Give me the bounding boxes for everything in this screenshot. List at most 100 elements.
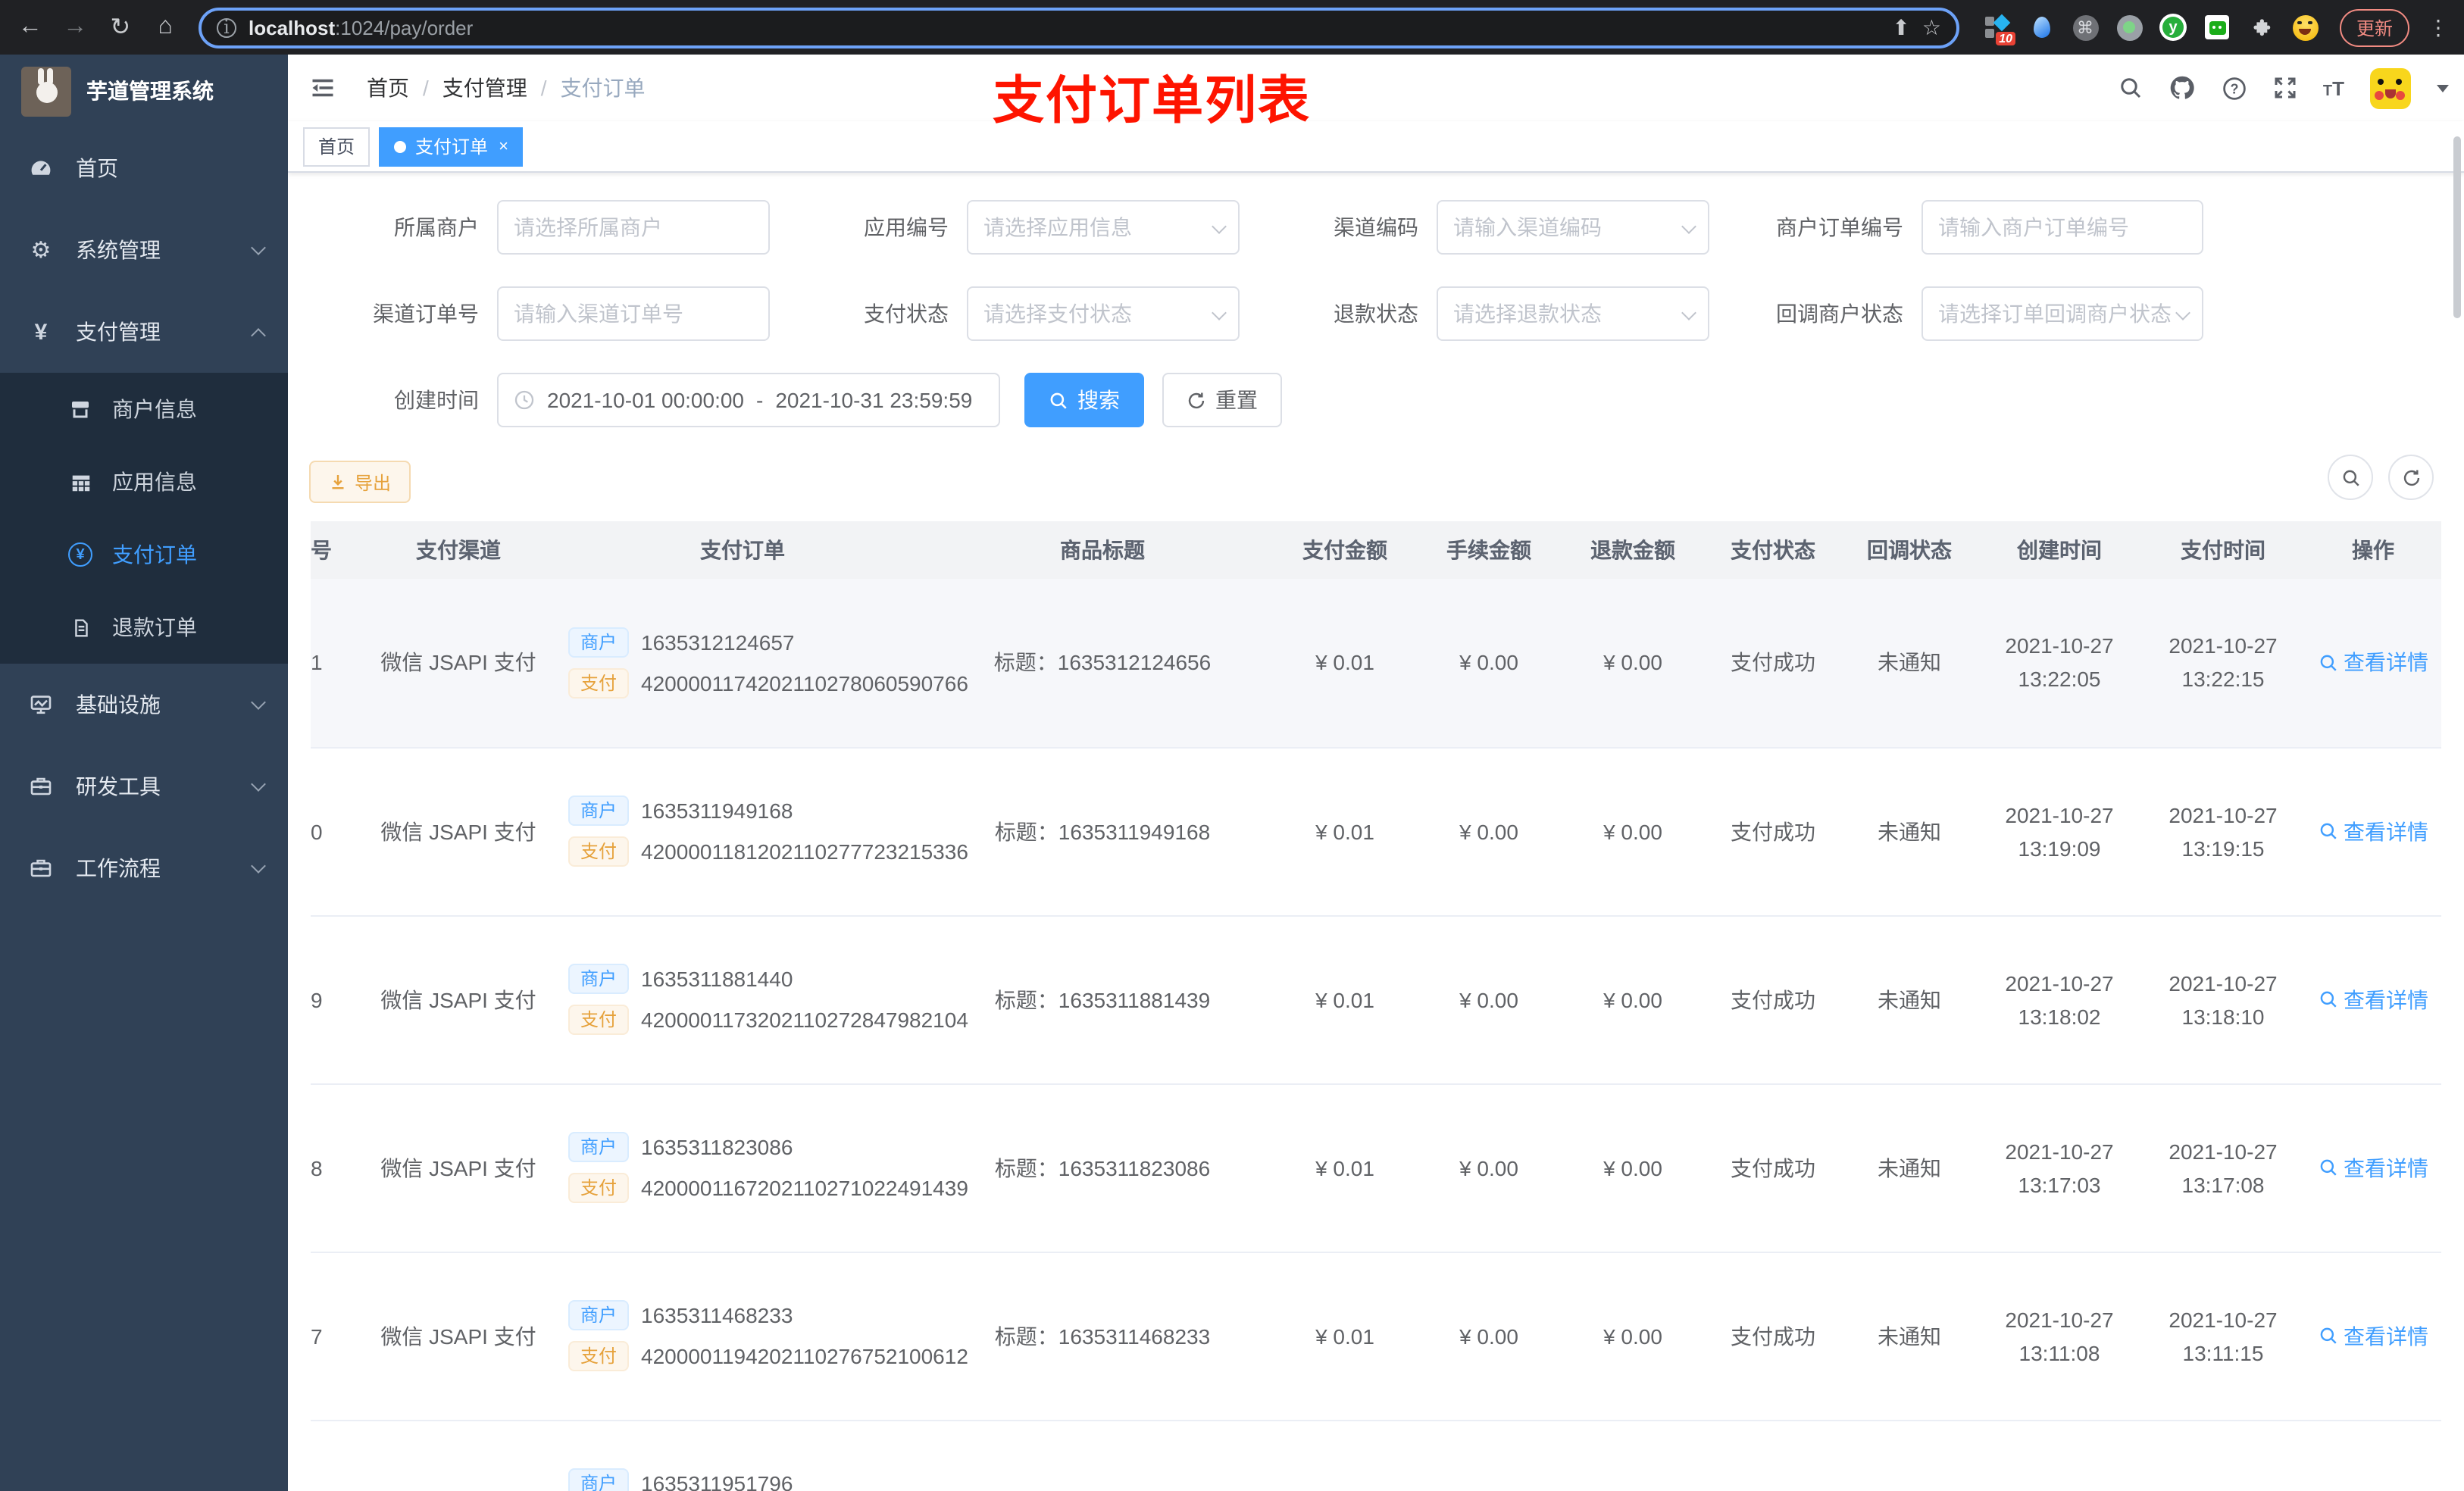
merchant-tag: 商户 (568, 964, 630, 994)
filter-label: 商户订单编号 (1776, 215, 1903, 239)
sidebar-toggle-icon[interactable] (309, 74, 336, 102)
pay-tag: 支付 (568, 1005, 630, 1035)
cell-title: 标题：1635311823086 (932, 1083, 1273, 1252)
avatar-caret-icon[interactable] (2437, 84, 2449, 92)
cell-created-time: 2021-10-27 13:18:02 (1978, 915, 2141, 1084)
status-extension-icon[interactable] (2115, 14, 2143, 41)
breadcrumb-home[interactable]: 首页 (367, 73, 409, 103)
page-scrollbar[interactable] (2453, 136, 2461, 318)
breadcrumb-payment[interactable]: 支付管理 (442, 73, 527, 103)
share-icon[interactable]: ⬆ (1892, 14, 1909, 40)
sidebar-item-dev-tools[interactable]: 研发工具 (0, 746, 288, 827)
fullscreen-icon[interactable] (2273, 76, 2297, 100)
pay-order-no: 4200001194202110276752100612 (641, 1344, 968, 1368)
table-row[interactable]: 17 微信 JSAPI 支付 商户 1635311468233 支付 (311, 1252, 2441, 1421)
filter-input[interactable]: 请选择所属商户 (497, 200, 770, 255)
command-extension-icon[interactable]: ⌘ (2072, 14, 2099, 41)
column-header: 支付状态 (1705, 521, 1841, 579)
close-tab-icon[interactable]: × (499, 137, 508, 155)
reset-button[interactable]: 重置 (1162, 373, 1282, 427)
back-icon[interactable]: ← (12, 9, 48, 45)
github-icon[interactable] (2169, 74, 2196, 102)
filter-input[interactable]: 请输入渠道编码 (1437, 200, 1709, 255)
view-detail-link[interactable]: 查看详情 (2318, 1152, 2428, 1183)
date-end: 2021-10-31 23:59:59 (775, 388, 973, 412)
filter-input[interactable]: 请输入商户订单编号 (1921, 200, 2203, 255)
cell-amount: ¥ 0.01 (1273, 579, 1417, 748)
show-search-button[interactable] (2328, 455, 2373, 500)
sidebar-item-label: 首页 (76, 156, 118, 180)
cell-created-time: 2021-10-27 13:22:05 (1978, 579, 2141, 748)
select-arrow-icon (1681, 305, 1696, 320)
sidebar-item-app-info[interactable]: 应用信息 (0, 445, 288, 518)
table-row[interactable]: 商户 1635311951796 支付 (311, 1420, 2441, 1491)
refresh-icon (1187, 390, 1206, 410)
table-header-row: 编号支付渠道支付订单商品标题支付金额手续金额退款金额支付状态回调状态创建时间支付… (311, 521, 2441, 579)
avatar[interactable] (2370, 67, 2411, 108)
cell-created-time: 2021-10-27 13:19:09 (1978, 747, 2141, 916)
site-info-icon[interactable]: i (217, 17, 236, 38)
reload-icon[interactable]: ↻ (102, 9, 139, 45)
view-detail-link[interactable]: 查看详情 (2318, 816, 2428, 846)
tab-home[interactable]: 首页 (303, 127, 371, 166)
column-header: 手续金额 (1417, 521, 1561, 579)
filter-label: 渠道订单号 (373, 302, 479, 326)
filter-input[interactable]: 请输入渠道订单号 (497, 286, 770, 341)
sidebar-item-label: 应用信息 (112, 470, 197, 494)
yen-icon: ¥ (34, 319, 48, 345)
tags-view-bar: 首页 支付订单 × (288, 121, 2464, 173)
cell-id: 18 (311, 1083, 364, 1252)
column-header: 回调状态 (1841, 521, 1978, 579)
view-detail-link[interactable]: 查看详情 (2318, 648, 2428, 678)
filter-input[interactable]: 请选择支付状态 (967, 286, 1240, 341)
help-icon[interactable]: ? (2222, 75, 2247, 101)
pay-order-icon: ¥ (64, 542, 97, 567)
cell-channel: 微信 JSAPI 支付 (364, 747, 553, 916)
y-extension-icon[interactable]: y (2159, 14, 2187, 41)
export-button[interactable]: 导出 (309, 461, 411, 503)
sidebar-item-infrastructure[interactable]: 基础设施 (0, 664, 288, 746)
dashboard-icon (24, 156, 58, 180)
sidebar: 芋道管理系统 首页 ⚙ 系统管理 ¥ 支付管理 商户信息 应用信息 ¥ 支付订单… (0, 55, 288, 1491)
sidebar-item-merchant-info[interactable]: 商户信息 (0, 373, 288, 445)
tag-manager-extension-icon[interactable]: 10 (1984, 14, 2015, 45)
table-row[interactable]: 18 微信 JSAPI 支付 商户 1635311823086 支付 (311, 1083, 2441, 1252)
browser-menu-icon[interactable]: ⋮ (2428, 14, 2449, 40)
table-row[interactable]: 20 微信 JSAPI 支付 商户 1635311949168 支付 (311, 747, 2441, 916)
sidebar-item-payment[interactable]: ¥ 支付管理 (0, 291, 288, 373)
cell-paid-time: 2021-10-27 13:17:08 (2141, 1083, 2305, 1252)
address-bar[interactable]: i localhost:1024/pay/order ⬆ ☆ (199, 7, 1959, 48)
tab-pay-order[interactable]: 支付订单 × (379, 127, 524, 166)
font-size-icon[interactable]: TT (2323, 77, 2344, 99)
view-detail-link[interactable]: 查看详情 (2318, 984, 2428, 1014)
emoji-extension-icon[interactable] (2291, 14, 2319, 41)
home-icon[interactable]: ⌂ (148, 9, 184, 45)
chat-extension-icon[interactable] (2203, 14, 2231, 41)
sidebar-item-pay-order[interactable]: ¥ 支付订单 (0, 518, 288, 591)
document-icon (64, 616, 97, 639)
table-row[interactable]: 21 微信 JSAPI 支付 商户 1635312124657 支付 (311, 579, 2441, 748)
search-button[interactable]: 搜索 (1024, 373, 1144, 427)
filter-input[interactable]: 请选择订单回调商户状态 (1921, 286, 2203, 341)
balloon-extension-icon[interactable] (2028, 14, 2055, 41)
sidebar-item-system[interactable]: ⚙ 系统管理 (0, 209, 288, 291)
refresh-table-button[interactable] (2388, 455, 2434, 500)
sidebar-item-home[interactable]: 首页 (0, 127, 288, 209)
filter-input[interactable]: 请选择退款状态 (1437, 286, 1709, 341)
app-logo[interactable]: 芋道管理系统 (0, 55, 288, 127)
forward-icon[interactable]: → (58, 9, 94, 45)
select-arrow-icon (1681, 219, 1696, 234)
view-detail-link[interactable]: 查看详情 (2318, 1321, 2428, 1351)
filter-input[interactable]: 请选择应用信息 (967, 200, 1240, 255)
column-header: 支付渠道 (364, 521, 553, 579)
sidebar-item-refund-order[interactable]: 退款订单 (0, 591, 288, 664)
browser-update-button[interactable]: 更新 (2340, 8, 2410, 46)
breadcrumb-current: 支付订单 (560, 76, 646, 100)
sidebar-item-workflow[interactable]: 工作流程 (0, 827, 288, 909)
search-icon[interactable] (2118, 76, 2143, 100)
cell-amount: ¥ 0.01 (1273, 1252, 1417, 1421)
table-row[interactable]: 19 微信 JSAPI 支付 商户 1635311881440 支付 (311, 915, 2441, 1084)
bookmark-star-icon[interactable]: ☆ (1922, 14, 1941, 40)
date-range-input[interactable]: 2021-10-01 00:00:00 - 2021-10-31 23:59:5… (497, 373, 1000, 427)
extensions-puzzle-icon[interactable] (2247, 14, 2275, 41)
